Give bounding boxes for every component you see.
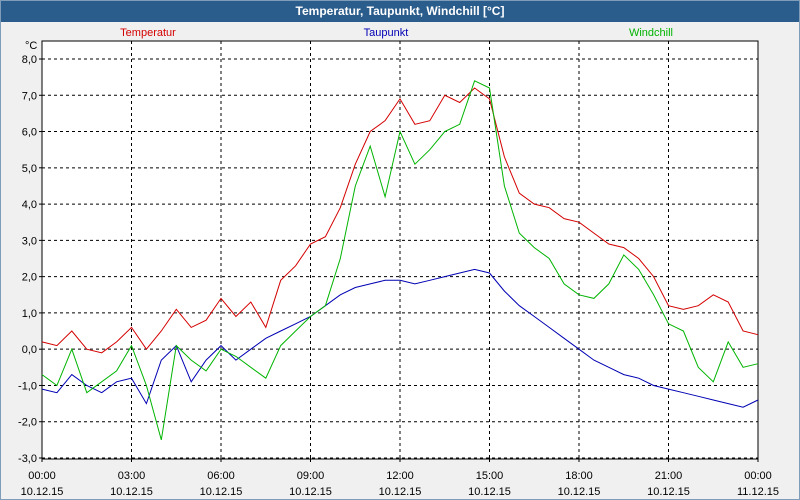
x-axis-ticks: 00:00 10.12.15 03:00 10.12.15 06:00 10.12.15 0… xyxy=(21,458,779,498)
x-tick-date: 10.12.15 xyxy=(289,486,332,498)
x-tick-time: 00:00 xyxy=(28,470,56,482)
y-tick-label: 5,0 xyxy=(22,163,37,175)
y-tick-label: 3,0 xyxy=(22,235,37,247)
x-tick-time: 21:00 xyxy=(655,470,683,482)
y-tick-label: -3,0 xyxy=(18,453,37,465)
x-tick-date: 10.12.15 xyxy=(558,486,601,498)
x-tick-date: 10.12.15 xyxy=(110,486,153,498)
x-tick-time: 18:00 xyxy=(565,470,593,482)
y-tick-label: 7,0 xyxy=(22,90,37,102)
y-tick-label: 4,0 xyxy=(22,199,37,211)
legend: Temperatur Taupunkt Windchill xyxy=(120,27,673,39)
legend-windchill: Windchill xyxy=(629,27,673,39)
y-tick-label: 2,0 xyxy=(22,272,37,284)
x-tick-date: 10.12.15 xyxy=(21,486,64,498)
x-tick-time: 15:00 xyxy=(476,470,504,482)
y-tick-label: 1,0 xyxy=(22,308,37,320)
x-tick-time: 06:00 xyxy=(207,470,235,482)
x-tick-time: 09:00 xyxy=(297,470,325,482)
y-tick-label: -1,0 xyxy=(18,380,37,392)
y-tick-label: 0,0 xyxy=(22,344,37,356)
x-tick-date: 10.12.15 xyxy=(647,486,690,498)
x-tick-time: 03:00 xyxy=(118,470,146,482)
legend-taupunkt: Taupunkt xyxy=(364,27,409,39)
x-tick-date: 10.12.15 xyxy=(468,486,511,498)
y-tick-label: -2,0 xyxy=(18,417,37,429)
y-axis-ticks: 8,0 7,0 6,0 5,0 4,0 3,0 2,0 1,0 0,0 -1,0 -2,0 -3,0 xyxy=(18,54,42,465)
x-tick-date: 10.12.15 xyxy=(200,486,243,498)
x-tick-time: 00:00 xyxy=(744,470,772,482)
legend-temperatur: Temperatur xyxy=(120,27,176,39)
y-tick-label: 8,0 xyxy=(22,54,37,66)
x-tick-date: 10.12.15 xyxy=(379,486,422,498)
x-tick-time: 12:00 xyxy=(386,470,414,482)
x-tick-date: 11.12.15 xyxy=(737,486,779,498)
chart: 8,07,06,05,04,03,02,01,00,0-1,0-2,0-3,0 … xyxy=(18,27,779,498)
y-axis-unit: °C xyxy=(25,40,37,52)
y-tick-label: 6,0 xyxy=(22,127,37,139)
